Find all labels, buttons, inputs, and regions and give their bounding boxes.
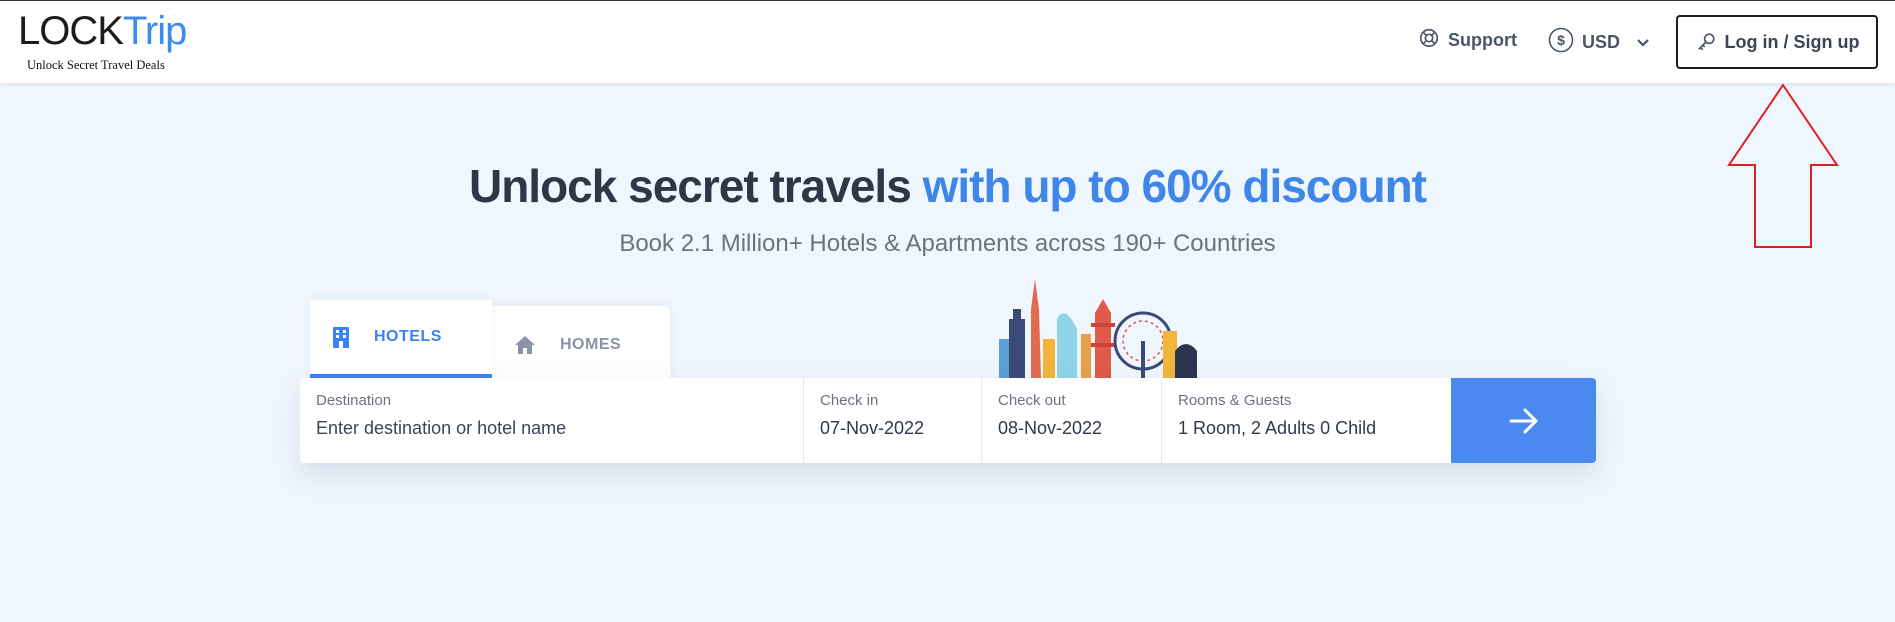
svg-text:$: $ [1557, 32, 1565, 48]
locktrip-logo[interactable]: LOCKTrip Unlock Secret Travel Deals [18, 9, 187, 72]
checkin-label: Check in [820, 392, 879, 409]
dollar-icon: $ [1548, 27, 1574, 58]
support-link[interactable]: Support [1418, 27, 1517, 54]
top-header: LOCKTrip Unlock Secret Travel Deals Supp… [0, 1, 1895, 83]
hero-title: Unlock secret travels with up to 60% dis… [0, 159, 1895, 213]
key-icon [1695, 31, 1717, 53]
support-icon [1418, 27, 1440, 54]
tab-homes[interactable]: HOMES [492, 306, 670, 378]
rooms-guests-value: 1 Room, 2 Adults 0 Child [1178, 418, 1377, 438]
currency-selector[interactable]: $ USD [1548, 27, 1650, 58]
support-label: Support [1448, 30, 1517, 50]
tab-homes-label: HOMES [560, 336, 622, 353]
skyline-illustration [999, 279, 1197, 379]
tab-hotels[interactable]: HOTELS [310, 300, 492, 378]
building-icon [332, 326, 350, 348]
hero-title-main: Unlock secret travels [468, 160, 923, 212]
tab-hotels-label: HOTELS [374, 328, 442, 345]
home-icon [514, 335, 536, 355]
hero-subtitle: Book 2.1 Million+ Hotels & Apartments ac… [619, 230, 1276, 257]
rooms-guests-field[interactable]: Rooms & Guests 1 Room, 2 Adults 0 Child [1162, 378, 1451, 463]
logo-text-lock: LOCK [18, 9, 124, 53]
checkout-field[interactable]: Check out 08-Nov-2022 [982, 378, 1162, 463]
destination-input[interactable] [316, 418, 776, 439]
checkin-field[interactable]: Check in 07-Nov-2022 [804, 378, 982, 463]
checkout-label: Check out [998, 392, 1066, 409]
login-signup-button[interactable]: Log in / Sign up [1676, 15, 1878, 69]
search-bar: Destination Check in 07-Nov-2022 Check o… [300, 378, 1596, 463]
login-label: Log in / Sign up [1724, 31, 1860, 52]
search-submit-button[interactable] [1451, 378, 1596, 463]
arrow-right-icon [1508, 408, 1540, 434]
chevron-down-icon [1636, 38, 1650, 48]
hero-title-accent: with up to 60% discount [922, 160, 1427, 212]
checkout-value: 08-Nov-2022 [998, 418, 1103, 438]
rooms-guests-label: Rooms & Guests [1178, 392, 1292, 409]
currency-label: USD [1582, 32, 1621, 52]
logo-text-trip: Trip [122, 9, 187, 53]
destination-label: Destination [316, 392, 392, 409]
logo-tagline: Unlock Secret Travel Deals [27, 58, 165, 72]
destination-field[interactable]: Destination [300, 378, 804, 463]
checkin-value: 07-Nov-2022 [820, 418, 925, 438]
